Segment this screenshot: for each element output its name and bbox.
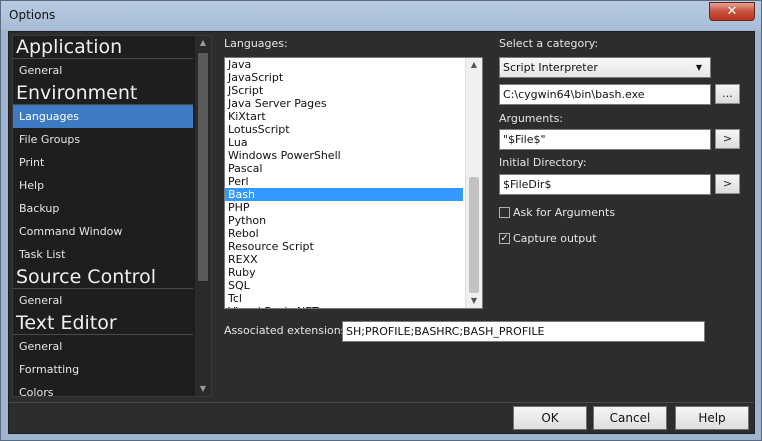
ask-arguments-label: Ask for Arguments <box>513 206 616 219</box>
sidebar-item-task-list[interactable]: Task List <box>13 243 193 266</box>
capture-output-row[interactable]: ✓ Capture output <box>499 232 597 245</box>
scroll-up-icon[interactable]: ▲ <box>466 58 482 72</box>
initial-directory-input[interactable]: $FileDir$ <box>499 174 711 195</box>
group-header-text-editor: Text Editor <box>13 312 193 335</box>
sidebar-item-colors[interactable]: Colors <box>13 381 193 396</box>
close-icon: ✕ <box>726 4 738 19</box>
list-item[interactable]: JavaScript <box>225 71 463 84</box>
ask-arguments-checkbox[interactable] <box>499 207 510 218</box>
list-item[interactable]: Pascal <box>225 162 463 175</box>
sidebar-item-print[interactable]: Print <box>13 151 193 174</box>
sidebar-item-application-general[interactable]: General <box>13 59 193 82</box>
footer-divider <box>9 402 754 403</box>
group-header-source-control: Source Control <box>13 266 193 289</box>
category-label: Select a category: <box>499 37 599 50</box>
arguments-input[interactable]: "$File$" <box>499 129 711 150</box>
scroll-down-icon[interactable]: ▼ <box>195 382 211 396</box>
initial-directory-label: Initial Directory: <box>499 156 587 169</box>
interpreter-path-input[interactable]: C:\cygwin64\bin\bash.exe <box>499 84 711 105</box>
ok-button[interactable]: OK <box>513 406 587 430</box>
sidebar-item-formatting[interactable]: Formatting <box>13 358 193 381</box>
list-item[interactable]: Java Server Pages <box>225 97 463 110</box>
sidebar-scroll-thumb[interactable] <box>198 53 208 281</box>
extensions-label: Associated extensions: <box>224 324 351 337</box>
scroll-down-icon[interactable]: ▼ <box>466 294 482 308</box>
help-button[interactable]: Help <box>675 406 749 430</box>
category-tree[interactable]: Application General Environment Language… <box>12 35 212 397</box>
scroll-up-icon[interactable]: ▲ <box>195 36 211 50</box>
sidebar-item-source-control-general[interactable]: General <box>13 289 193 312</box>
list-item[interactable]: Ruby <box>225 266 463 279</box>
browse-button[interactable]: ... <box>715 84 740 104</box>
capture-output-checkbox[interactable]: ✓ <box>499 233 510 244</box>
list-item[interactable]: Windows PowerShell <box>225 149 463 162</box>
dialog-client-area: Application General Environment Language… <box>8 31 755 434</box>
languages-scrollbar[interactable]: ▲ ▼ <box>465 58 482 308</box>
checkmark-icon: ✓ <box>500 233 509 244</box>
list-item[interactable]: Lua <box>225 136 463 149</box>
sidebar-item-backup[interactable]: Backup <box>13 197 193 220</box>
list-item[interactable]: Python <box>225 214 463 227</box>
languages-items: Java JavaScript JScript Java Server Pages Ki… <box>225 58 482 308</box>
languages-listbox[interactable]: Java JavaScript JScript Java Server Pages Ki… <box>224 57 483 309</box>
initial-directory-insert-button[interactable]: > <box>715 174 740 194</box>
arguments-label: Arguments: <box>499 112 564 125</box>
category-select[interactable]: Script Interpreter ▼ <box>499 57 711 78</box>
sidebar-scrollbar[interactable]: ▲ ▼ <box>195 36 211 396</box>
list-item[interactable]: Perl <box>225 175 463 188</box>
window-title: Options <box>9 8 56 22</box>
capture-output-label: Capture output <box>513 232 597 245</box>
chevron-down-icon: ▼ <box>695 63 702 72</box>
ask-arguments-row[interactable]: Ask for Arguments <box>499 206 615 219</box>
sidebar-item-file-groups[interactable]: File Groups <box>13 128 193 151</box>
arguments-insert-button[interactable]: > <box>715 129 740 149</box>
list-item[interactable]: SQL <box>225 279 463 292</box>
list-item[interactable]: REXX <box>225 253 463 266</box>
cancel-button[interactable]: Cancel <box>593 406 667 430</box>
list-item[interactable]: PHP <box>225 201 463 214</box>
sidebar-item-text-editor-general[interactable]: General <box>13 335 193 358</box>
category-list: Application General Environment Language… <box>13 36 193 396</box>
close-button[interactable]: ✕ <box>709 2 755 21</box>
options-dialog: Options ✕ Application General Environmen… <box>0 0 762 441</box>
list-item[interactable]: Resource Script <box>225 240 463 253</box>
group-header-application: Application <box>13 36 193 59</box>
sidebar-item-languages[interactable]: Languages <box>13 105 193 128</box>
category-select-value: Script Interpreter <box>503 61 598 74</box>
list-item[interactable]: Java <box>225 58 463 71</box>
languages-label: Languages: <box>224 37 288 50</box>
list-item[interactable]: KiXtart <box>225 110 463 123</box>
extensions-input[interactable]: SH;PROFILE;BASHRC;BASH_PROFILE <box>342 321 705 342</box>
list-item[interactable]: Rebol <box>225 227 463 240</box>
sidebar-item-help[interactable]: Help <box>13 174 193 197</box>
sidebar-item-command-window[interactable]: Command Window <box>13 220 193 243</box>
list-item[interactable]: Visual Basic.NET <box>225 305 463 308</box>
list-item[interactable]: JScript <box>225 84 463 97</box>
list-item[interactable]: Bash <box>225 188 463 201</box>
group-header-environment: Environment <box>13 82 193 105</box>
list-item[interactable]: Tcl <box>225 292 463 305</box>
list-item[interactable]: LotusScript <box>225 123 463 136</box>
title-bar[interactable]: Options ✕ <box>1 1 761 30</box>
languages-scroll-thumb[interactable] <box>469 177 479 293</box>
